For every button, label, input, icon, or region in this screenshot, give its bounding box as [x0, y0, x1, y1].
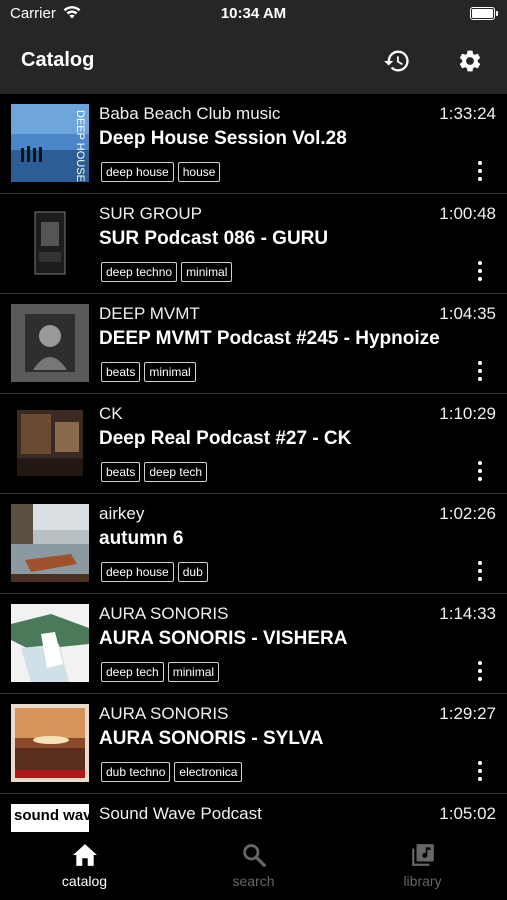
more-options-icon[interactable] [473, 658, 487, 684]
cover-text: DEEP HOUSE 28 [74, 110, 86, 182]
genre-tag[interactable]: minimal [167, 662, 220, 682]
tab-label: library [403, 873, 442, 889]
podcast-author: DEEP MVMT [99, 304, 200, 323]
genre-tag[interactable]: electronica [174, 762, 243, 782]
podcast-author: CK [99, 404, 123, 423]
podcast-duration: 1:29:27 [439, 704, 496, 723]
list-item[interactable]: AURA SONORIS 1:14:33 AURA SONORIS - VISH… [0, 594, 507, 694]
genre-tag[interactable]: minimal [144, 362, 196, 382]
genre-tag[interactable]: minimal [181, 262, 233, 282]
genre-tag[interactable]: deep tech [144, 462, 208, 482]
genre-tag[interactable]: deep house [101, 162, 174, 182]
podcast-duration: 1:00:48 [439, 204, 496, 223]
genre-tag[interactable]: beats [101, 462, 141, 482]
navigation-bar: Catalog [0, 28, 507, 94]
podcast-artwork [11, 504, 89, 582]
more-options-icon[interactable] [473, 358, 487, 384]
genre-tag[interactable]: deep house [101, 562, 174, 582]
podcast-author: airkey [99, 504, 145, 523]
podcast-title: SUR Podcast 086 - GURU [99, 228, 329, 249]
tab-library[interactable]: library [338, 840, 507, 889]
tag-list: beats deep tech [101, 462, 208, 482]
podcast-duration: 1:02:26 [439, 504, 496, 523]
gear-icon[interactable] [454, 45, 486, 77]
tab-label: search [232, 873, 275, 889]
search-icon [169, 840, 338, 870]
tag-list: deep tech minimal [101, 662, 220, 682]
more-options-icon[interactable] [473, 758, 487, 784]
list-item[interactable]: airkey 1:02:26 autumn 6 deep house dub [0, 494, 507, 594]
tag-list: deep house dub [101, 562, 208, 582]
tag-list: deep house house [101, 162, 221, 182]
podcast-artwork [11, 204, 89, 282]
podcast-title: AURA SONORIS - SYLVA [99, 728, 324, 749]
genre-tag[interactable]: deep tech [101, 662, 164, 682]
podcast-artwork [11, 304, 89, 382]
podcast-author: AURA SONORIS [99, 704, 229, 723]
podcast-duration: 1:10:29 [439, 404, 496, 423]
genre-tag[interactable]: dub [177, 562, 208, 582]
tag-list: beats minimal [101, 362, 196, 382]
genre-tag[interactable]: dub techno [101, 762, 171, 782]
tab-catalog[interactable]: catalog [0, 840, 169, 889]
podcast-duration: 1:14:33 [439, 604, 496, 623]
podcast-title: autumn 6 [99, 528, 184, 549]
more-options-icon[interactable] [473, 458, 487, 484]
more-options-icon[interactable] [473, 258, 487, 284]
list-item[interactable]: DEEP HOUSE 28 Baba Beach Club music 1:33… [0, 94, 507, 194]
cover-text: sound wave [14, 807, 89, 824]
list-item[interactable]: DEEP MVMT 1:04:35 DEEP MVMT Podcast #245… [0, 294, 507, 394]
podcast-artwork: DEEP HOUSE 28 [11, 104, 89, 182]
tag-list: dub techno electronica [101, 762, 243, 782]
podcast-artwork [11, 404, 89, 482]
podcast-duration: 1:33:24 [439, 104, 496, 123]
podcast-duration: 1:05:02 [439, 804, 496, 823]
podcast-duration: 1:04:35 [439, 304, 496, 323]
podcast-title: DEEP MVMT Podcast #245 - Hypnoize [99, 328, 440, 349]
podcast-title: Deep House Session Vol.28 [99, 128, 347, 149]
list-item[interactable]: AURA SONORIS 1:29:27 AURA SONORIS - SYLV… [0, 694, 507, 794]
tab-label: catalog [61, 873, 108, 889]
tag-list: deep techno minimal [101, 262, 233, 282]
podcast-title: AURA SONORIS - VISHERA [99, 628, 348, 649]
list-item[interactable]: sound wave Sound Wave Podcast 1:05:02 [0, 794, 507, 832]
status-time: 10:34 AM [220, 5, 287, 22]
podcast-artwork [11, 604, 89, 682]
podcast-title: Deep Real Podcast #27 - CK [99, 428, 352, 449]
genre-tag[interactable]: house [177, 162, 221, 182]
podcast-author: Sound Wave Podcast [99, 804, 262, 823]
podcast-list[interactable]: DEEP HOUSE 28 Baba Beach Club music 1:33… [0, 94, 507, 832]
battery-icon [470, 7, 498, 20]
tab-search[interactable]: search [169, 840, 338, 889]
status-bar: Carrier 10:34 AM [0, 0, 507, 28]
home-icon [0, 840, 169, 870]
more-options-icon[interactable] [473, 158, 487, 184]
library-icon [338, 840, 507, 870]
podcast-author: AURA SONORIS [99, 604, 229, 623]
page-title: Catalog [21, 49, 95, 71]
history-icon[interactable] [381, 45, 413, 77]
genre-tag[interactable]: deep techno [101, 262, 178, 282]
podcast-author: Baba Beach Club music [99, 104, 281, 123]
more-options-icon[interactable] [473, 558, 487, 584]
list-item[interactable]: CK 1:10:29 Deep Real Podcast #27 - CK be… [0, 394, 507, 494]
podcast-artwork [11, 704, 89, 782]
tab-bar: catalog search library [0, 832, 507, 900]
podcast-author: SUR GROUP [99, 204, 202, 223]
genre-tag[interactable]: beats [101, 362, 141, 382]
list-item[interactable]: SUR GROUP 1:00:48 SUR Podcast 086 - GURU… [0, 194, 507, 294]
podcast-artwork: sound wave [11, 804, 89, 832]
